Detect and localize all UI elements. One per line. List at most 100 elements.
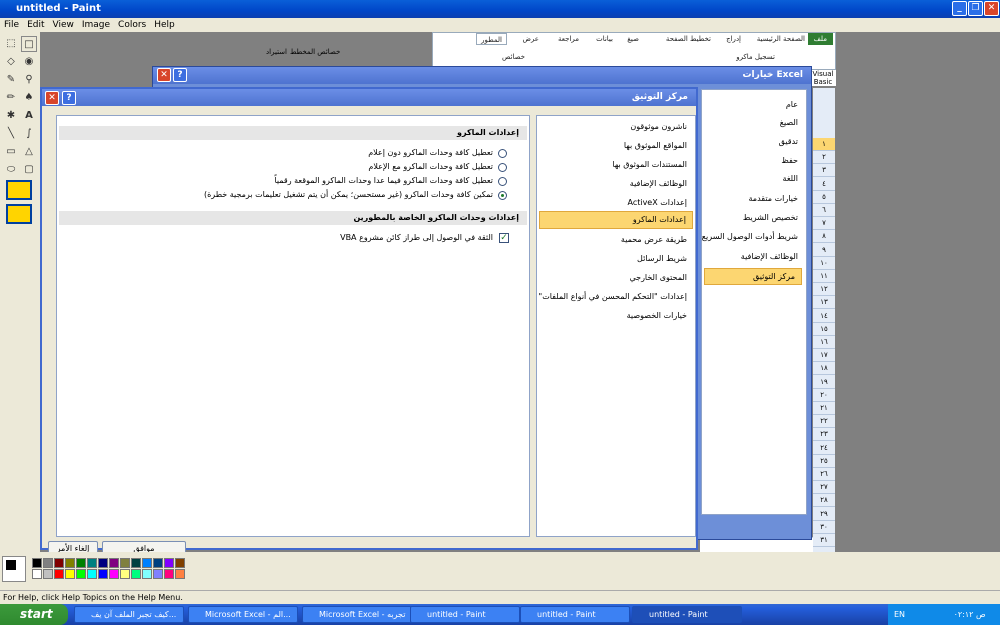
eraser-icon[interactable]: ◇	[3, 54, 19, 70]
row-header[interactable]: ١٣	[813, 296, 835, 310]
color-swatch[interactable]	[131, 569, 141, 579]
color-swatch[interactable]	[175, 558, 185, 568]
free-select-icon[interactable]: ⬚	[3, 36, 19, 52]
brush-icon[interactable]: ♠	[21, 90, 37, 106]
row-header[interactable]: ٣	[813, 164, 835, 178]
task-button-active[interactable]: untitled - Paint	[632, 606, 742, 623]
trust-nav-item[interactable]: المحتوى الخارجي	[629, 273, 687, 282]
color-swatch[interactable]	[98, 569, 108, 579]
options-nav-item[interactable]: الوظائف الإضافية	[741, 252, 798, 261]
record-macro-label[interactable]: تسجيل ماكرو	[736, 51, 775, 63]
tab-file[interactable]: ملف	[807, 33, 833, 45]
row-header[interactable]: ٢٥	[813, 455, 835, 468]
option-transparent-icon[interactable]	[6, 204, 32, 224]
color-swatch[interactable]	[109, 569, 119, 579]
polygon-icon[interactable]: △	[21, 144, 37, 160]
color-swatch[interactable]	[54, 558, 64, 568]
options-nav-item[interactable]: حفظ	[781, 156, 798, 165]
color-swatch[interactable]	[65, 569, 75, 579]
import-label[interactable]: استيراد	[253, 48, 287, 56]
macro-option-radio[interactable]	[498, 163, 507, 172]
color-swatch[interactable]	[76, 569, 86, 579]
row-header[interactable]: ٤	[813, 178, 835, 191]
row-header[interactable]: ٢٢	[813, 415, 835, 429]
color-swatch[interactable]	[120, 558, 130, 568]
help-icon[interactable]: ?	[173, 68, 187, 82]
row-header[interactable]: ١	[813, 138, 835, 151]
options-nav-item[interactable]: تخصيص الشريط	[743, 213, 798, 222]
trust-nav-item[interactable]: الوظائف الإضافية	[630, 179, 687, 188]
row-header[interactable]: ٣٠	[813, 521, 835, 534]
trust-nav-item-macro-settings[interactable]: إعدادات الماكرو	[539, 211, 693, 229]
row-header[interactable]: ٢٣	[813, 428, 835, 442]
row-header[interactable]: ٥	[813, 191, 835, 204]
trust-nav-item[interactable]: خيارات الخصوصية	[627, 311, 687, 320]
row-header[interactable]: ١٩	[813, 376, 835, 389]
row-header[interactable]: ١٥	[813, 323, 835, 336]
color-swatch[interactable]	[142, 569, 152, 579]
color-swatch[interactable]	[98, 558, 108, 568]
row-header[interactable]: ٢٩	[813, 508, 835, 521]
tab-review[interactable]: مراجعة	[558, 33, 579, 45]
tab-home[interactable]: الصفحة الرئيسية	[757, 33, 805, 45]
trust-nav-item[interactable]: إعدادات "التحكم المحسن في أنواع الملفات"	[539, 292, 687, 301]
trust-nav-item[interactable]: طريقة عرض محمية	[621, 235, 687, 244]
option-opaque-icon[interactable]	[6, 180, 32, 200]
row-header[interactable]: ١٤	[813, 310, 835, 323]
color-swatch[interactable]	[120, 569, 130, 579]
pencil-icon[interactable]: ✏	[3, 90, 19, 106]
select-icon[interactable]: □	[21, 36, 37, 52]
color-swatch[interactable]	[153, 558, 163, 568]
map-properties-label[interactable]: خصائص المخطط	[290, 48, 340, 56]
color-swatch[interactable]	[87, 558, 97, 568]
language-indicator[interactable]: EN	[894, 610, 905, 619]
color-swatch[interactable]	[164, 558, 174, 568]
menu-image[interactable]: Image	[82, 20, 110, 30]
row-header[interactable]: ٩	[813, 244, 835, 257]
airbrush-icon[interactable]: ✱	[3, 108, 19, 124]
macro-option-radio-selected[interactable]	[498, 191, 507, 200]
curve-icon[interactable]: ∫	[21, 126, 37, 142]
row-header[interactable]: ٢٤	[813, 442, 835, 455]
color-swatch[interactable]	[109, 558, 119, 568]
magnifier-icon[interactable]: ⚲	[21, 72, 37, 88]
row-header[interactable]: ٨	[813, 230, 835, 244]
row-header[interactable]: ٢١	[813, 402, 835, 415]
tab-formulas[interactable]: صيغ	[627, 33, 639, 45]
color-swatch[interactable]	[43, 569, 53, 579]
picker-icon[interactable]: ✎	[3, 72, 19, 88]
task-button[interactable]: Microsoft Excel - الم...	[188, 606, 298, 623]
visual-basic-label[interactable]: Visual Basic	[810, 70, 836, 86]
line-icon[interactable]: ╲	[3, 126, 19, 142]
task-button[interactable]: untitled - Paint	[410, 606, 520, 623]
options-nav-item[interactable]: الصيغ	[780, 118, 798, 127]
tab-insert[interactable]: إدراج	[726, 33, 741, 45]
row-header[interactable]: ٦	[813, 204, 835, 217]
color-swatch[interactable]	[43, 558, 53, 568]
close-icon[interactable]: ✕	[45, 91, 59, 105]
options-nav-item[interactable]: اللغة	[783, 174, 798, 183]
task-button[interactable]: كيف تجبر الملف آن يف...	[74, 606, 184, 623]
minimize-button[interactable]: _	[952, 1, 967, 16]
tab-developer[interactable]: المطور	[476, 33, 507, 45]
row-header[interactable]: ٢٧	[813, 481, 835, 495]
rectangle-icon[interactable]: ▭	[3, 144, 19, 160]
color-swatch[interactable]	[153, 569, 163, 579]
color-swatch[interactable]	[76, 558, 86, 568]
rounded-rect-icon[interactable]: ▢	[21, 162, 37, 178]
color-swatch[interactable]	[175, 569, 185, 579]
row-header[interactable]: ١٦	[813, 336, 835, 349]
color-swatch[interactable]	[164, 569, 174, 579]
options-nav-item[interactable]: شريط أدوات الوصول السريع	[702, 232, 798, 241]
tab-page-layout[interactable]: تخطيط الصفحة	[666, 33, 711, 45]
row-header[interactable]: ٢٠	[813, 389, 835, 402]
start-button[interactable]: start	[0, 604, 68, 625]
row-header[interactable]: ٢	[813, 151, 835, 165]
trust-nav-item[interactable]: ناشرون موثوقون	[630, 122, 687, 131]
row-header[interactable]: ٧	[813, 217, 835, 231]
clock[interactable]: ص ٠٢:١٢	[954, 610, 986, 619]
trust-nav-item[interactable]: المواقع الموثوق بها	[624, 141, 687, 150]
row-header[interactable]: ١٢	[813, 283, 835, 297]
row-header[interactable]: ٢٦	[813, 468, 835, 481]
color-swatch[interactable]	[65, 558, 75, 568]
